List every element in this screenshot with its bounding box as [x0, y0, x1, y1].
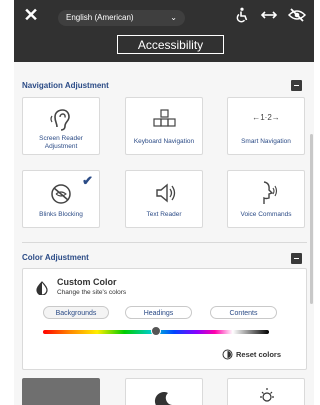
move-arrows-icon[interactable] — [260, 7, 278, 23]
tab-contents[interactable]: Contents — [210, 306, 277, 319]
slider-handle[interactable] — [151, 326, 161, 336]
tab-backgrounds[interactable]: Backgrounds — [43, 306, 109, 319]
keyboard-icon — [153, 109, 176, 127]
card-label: Text Reader — [146, 211, 182, 218]
smart-navigation-icon: ←1·2→ — [252, 113, 280, 122]
card-partial-middle[interactable] — [125, 378, 203, 405]
ear-icon — [50, 109, 70, 131]
accessibility-icon[interactable] — [233, 7, 251, 23]
custom-color-panel: Custom Color Change the site's colors Ba… — [22, 268, 307, 370]
card-blinks-blocking[interactable]: ✔ Blinks Blocking — [22, 170, 100, 228]
reset-colors-button[interactable]: Reset colors — [236, 350, 281, 359]
card-partial-right[interactable] — [227, 378, 305, 405]
panel-header: ✕ English (American) ⌄ Accessibility — [14, 0, 314, 62]
navigation-section-title: Navigation Adjustment — [22, 81, 109, 90]
blink-block-icon — [51, 184, 71, 204]
card-label: Blinks Blocking — [39, 211, 83, 218]
hide-eye-icon[interactable] — [288, 7, 306, 23]
reset-icon — [222, 349, 233, 360]
chevron-down-icon: ⌄ — [170, 13, 177, 22]
custom-color-title: Custom Color — [57, 277, 117, 287]
close-icon[interactable]: ✕ — [22, 6, 40, 24]
card-label: Smart Navigation — [241, 138, 291, 145]
color-section-title: Color Adjustment — [22, 253, 89, 262]
card-text-reader[interactable]: Text Reader — [125, 170, 203, 228]
accessibility-panel: ✕ English (American) ⌄ Accessibility Nav… — [14, 0, 314, 405]
collapse-color-icon[interactable] — [291, 253, 302, 264]
contrast-drop-icon — [36, 281, 48, 295]
speaker-icon — [156, 183, 176, 203]
voice-commands-icon — [263, 181, 278, 204]
card-keyboard-navigation[interactable]: Keyboard Navigation — [125, 97, 203, 155]
card-label: Voice Commands — [240, 211, 292, 218]
card-label: Screen Reader Adjustment — [39, 135, 83, 150]
sun-icon — [260, 388, 274, 402]
card-partial-left[interactable] — [22, 378, 100, 405]
section-divider — [22, 242, 307, 243]
page-title: Accessibility — [117, 35, 224, 54]
panel-content: Navigation Adjustment Screen Reader Adju… — [14, 62, 314, 405]
language-select[interactable]: English (American) ⌄ — [58, 10, 185, 26]
moon-icon — [154, 392, 172, 405]
custom-color-subtitle: Change the site's colors — [57, 289, 127, 296]
card-label: Keyboard Navigation — [133, 138, 195, 145]
collapse-navigation-icon[interactable] — [291, 80, 302, 91]
language-select-value: English (American) — [66, 13, 134, 22]
card-smart-navigation[interactable]: ←1·2→ Smart Navigation — [227, 97, 305, 155]
tab-headings[interactable]: Headings — [125, 306, 192, 319]
card-voice-commands[interactable]: Voice Commands — [227, 170, 305, 228]
scrollbar[interactable] — [310, 134, 313, 304]
card-screen-reader-adjustment[interactable]: Screen Reader Adjustment — [22, 97, 100, 155]
